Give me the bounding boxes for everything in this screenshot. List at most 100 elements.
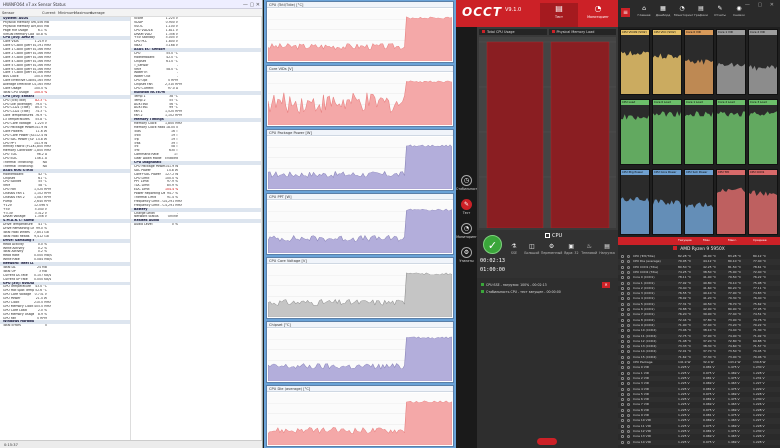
graph-checkbox[interactable]	[621, 297, 624, 301]
toolbar-button-1[interactable]: ▦ Дашборд	[655, 4, 671, 24]
pin-toggle[interactable]	[627, 387, 630, 391]
sensor-row[interactable]: Total Errors 0	[0, 324, 130, 328]
sensor-graph-window[interactable]: CPU Core Voltage [V]	[266, 257, 454, 319]
sensor-tile[interactable]: CPU Load	[620, 99, 650, 165]
pin-toggle[interactable]	[627, 260, 630, 264]
graph-checkbox[interactable]	[621, 334, 624, 338]
graph-checkbox[interactable]	[621, 313, 624, 317]
pin-toggle[interactable]	[627, 403, 630, 407]
sensor-tile[interactable]: CPU Core Power	[652, 169, 682, 235]
graph-checkbox[interactable]	[621, 440, 624, 444]
sensor-graph-window[interactable]: CPU Die (average) [°C]	[266, 385, 454, 447]
pin-toggle[interactable]	[627, 255, 630, 258]
sidebar-item-1[interactable]: ✎ Тест	[456, 199, 477, 215]
pin-toggle[interactable]	[627, 286, 630, 290]
pin-toggle[interactable]	[627, 392, 630, 396]
pin-toggle[interactable]	[627, 339, 630, 343]
hwinfo-sensor-list-right[interactable]: Vcore 1.225 V VDDP 0.900 V VSOC 1.100 V CPU VD…	[131, 17, 262, 440]
test-option-2[interactable]: ⚙ Переменный	[541, 242, 562, 276]
sensor-tile[interactable]: CPU VCC (SVI2)	[652, 29, 682, 95]
collapse-icon[interactable]	[673, 246, 678, 250]
sensor-graph-window[interactable]: Core VIDs [V]	[266, 65, 454, 127]
occt-tab-0[interactable]: ▤ Тест	[540, 3, 578, 27]
test-option-3[interactable]: ▣ Ядра: 32	[562, 242, 580, 276]
graph-checkbox[interactable]	[621, 276, 624, 280]
sidebar-item-2[interactable]: ◔ Мониторинг	[456, 223, 477, 239]
table-header-2[interactable]: Мин.	[703, 238, 710, 242]
graph-checkbox[interactable]	[621, 371, 624, 375]
pin-toggle[interactable]	[627, 419, 630, 423]
graph-checkbox[interactable]	[621, 435, 624, 439]
graph-checkbox[interactable]	[621, 270, 624, 274]
toolbar-button-0[interactable]: ⌂ Главная	[636, 4, 652, 24]
pin-toggle[interactable]	[627, 276, 630, 280]
sidebar-item-3[interactable]: ⚙ Утилиты	[456, 247, 477, 263]
sensor-graph-window[interactable]: CPU (Tctl/Tdie) [°C]	[266, 1, 454, 63]
sensor-row[interactable]: Audio Level 0 %	[131, 223, 261, 227]
pin-toggle[interactable]	[627, 270, 630, 274]
pin-toggle[interactable]	[627, 281, 630, 285]
graph-checkbox[interactable]	[621, 429, 624, 433]
graph-checkbox[interactable]	[621, 286, 624, 290]
column-current[interactable]: Current	[40, 9, 56, 16]
pin-toggle[interactable]	[627, 265, 630, 269]
pin-toggle[interactable]	[627, 361, 630, 364]
pin-toggle[interactable]	[627, 318, 630, 322]
sensor-table-header[interactable]: Текущее Мин. Макс. Среднее	[618, 237, 780, 245]
pin-toggle[interactable]	[627, 429, 630, 433]
graph-checkbox[interactable]	[621, 292, 624, 296]
sensor-tile[interactable]: Core 1 VID	[716, 29, 746, 95]
sensor-tile[interactable]: Core 3 Load	[748, 99, 778, 165]
sensor-tile[interactable]: CPU Pkg Power	[620, 169, 650, 235]
graph-checkbox[interactable]	[621, 260, 624, 264]
column-minimum[interactable]: Minimum	[56, 9, 75, 16]
column-maximum[interactable]: Maximum	[72, 9, 92, 16]
pin-toggle[interactable]	[627, 329, 630, 333]
pin-toggle[interactable]	[627, 440, 630, 444]
sensor-graph-window[interactable]: CPU PPT [W]	[266, 193, 454, 255]
hamburger-menu-icon[interactable]: ≡	[621, 8, 630, 17]
sensor-tile[interactable]: Core 2 VID	[748, 29, 778, 95]
test-option-0[interactable]: ⚗ SSE	[505, 242, 523, 276]
graph-checkbox[interactable]	[621, 329, 624, 333]
graph-checkbox[interactable]	[621, 323, 624, 327]
pin-toggle[interactable]	[627, 292, 630, 296]
table-header-1[interactable]: Текущее	[678, 238, 692, 242]
sensor-graph-window[interactable]: CPU Package Power [W]	[266, 129, 454, 191]
pin-toggle[interactable]	[627, 334, 630, 338]
sensor-tile[interactable]: Core 0 VID	[684, 29, 714, 95]
graph-checkbox[interactable]	[621, 345, 624, 349]
graph-checkbox[interactable]	[621, 281, 624, 285]
graph-checkbox[interactable]	[621, 361, 624, 364]
hwinfo-sensor-list-left[interactable]: System: ASUSPhysical Memory Used6,456 MB…	[0, 17, 131, 440]
graph-checkbox[interactable]	[621, 302, 624, 306]
monitor-legend-memory-load[interactable]: Physical Memory Load	[548, 29, 616, 35]
cpu-name-row[interactable]: AMD Ryzen 9 5950X	[618, 245, 780, 254]
sensor-tile[interactable]: Core 0 Load	[652, 99, 682, 165]
toolbar-button-2[interactable]: ◔ Мониторинг	[674, 4, 693, 24]
window-controls-icon[interactable]: — ▢ ✕	[243, 1, 260, 10]
pin-toggle[interactable]	[627, 355, 630, 359]
pin-toggle[interactable]	[627, 308, 630, 311]
window-controls-icon[interactable]: — ▢ ✕	[745, 2, 777, 8]
sensor-tile[interactable]: CPU SoC Power	[684, 169, 714, 235]
sensor-tile[interactable]: CPU Tctl	[716, 169, 746, 235]
occt-tab-1[interactable]: ◔ Мониторинг	[579, 3, 617, 27]
pin-toggle[interactable]	[627, 382, 630, 386]
graph-checkbox[interactable]	[621, 414, 624, 417]
graph-checkbox[interactable]	[621, 318, 624, 322]
pin-toggle[interactable]	[627, 424, 630, 428]
graph-checkbox[interactable]	[621, 387, 624, 391]
pin-toggle[interactable]	[627, 376, 630, 380]
test-option-1[interactable]: ◫ Большой	[523, 242, 541, 276]
graph-checkbox[interactable]	[621, 265, 624, 269]
graph-checkbox[interactable]	[621, 339, 624, 343]
pin-toggle[interactable]	[627, 350, 630, 354]
pin-toggle[interactable]	[627, 297, 630, 301]
pin-toggle[interactable]	[627, 323, 630, 327]
graph-checkbox[interactable]	[621, 403, 624, 407]
toolbar-button-4[interactable]: ✎ Отчеты	[712, 4, 728, 24]
pin-toggle[interactable]	[627, 435, 630, 439]
sensor-tile[interactable]: CPU CCD1	[748, 169, 778, 235]
sensor-graph-window[interactable]: Chipset [°C]	[266, 321, 454, 383]
